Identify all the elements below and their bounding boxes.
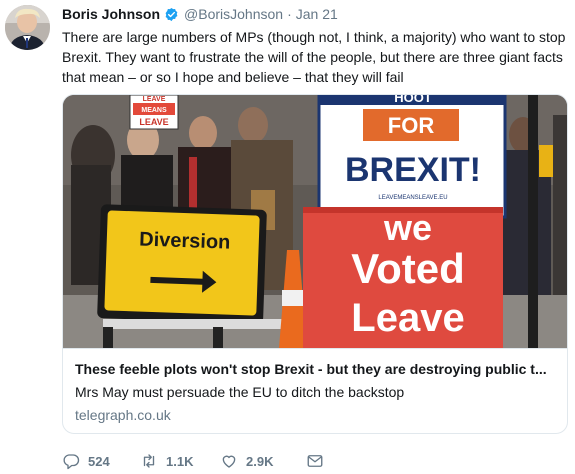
profile-photo <box>5 5 50 50</box>
like-count: 2.9K <box>246 453 274 469</box>
reply-button[interactable]: 524 <box>62 452 140 470</box>
tweet: Boris Johnson @BorisJohnson · Jan 21 The… <box>0 0 575 474</box>
banner-text-for: FOR <box>388 113 435 138</box>
banner-text-url: LEAVEMEANSLEAVE.EU <box>378 195 447 201</box>
envelope-icon <box>307 455 323 467</box>
direct-message-button[interactable] <box>306 452 332 470</box>
red-sign-text-leave: Leave <box>351 296 464 340</box>
heart-icon <box>222 455 236 468</box>
card-description: Mrs May must persuade the EU to ditch th… <box>75 384 405 400</box>
retweet-count: 1.1K <box>166 453 194 469</box>
small-sign-text-bottom: LEAVE <box>139 117 168 127</box>
card-image: LEAVE MEANS LEAVE Diversion HOOT FOR BRE… <box>63 95 567 348</box>
verified-badge-icon <box>164 7 179 22</box>
reply-count: 524 <box>88 453 110 469</box>
avatar[interactable] <box>5 5 50 50</box>
card-body: These feeble plots won't stop Brexit - b… <box>63 348 567 433</box>
small-sign-text-top: LEAVE <box>143 96 166 103</box>
banner-text-brexit: BREXIT! <box>345 151 481 189</box>
small-sign-text-mid: MEANS <box>141 107 167 114</box>
card-title[interactable]: These feeble plots won't stop Brexit - b… <box>75 359 557 379</box>
red-sign-text-we: we <box>383 207 432 248</box>
author-name[interactable]: Boris Johnson <box>62 6 160 22</box>
card-domain: telegraph.co.uk <box>75 407 171 423</box>
separator-dot: · <box>287 6 292 22</box>
tweet-header: Boris Johnson @BorisJohnson · Jan 21 <box>62 5 338 23</box>
retweet-button[interactable]: 1.1K <box>140 452 220 470</box>
retweet-icon <box>143 454 155 468</box>
author-handle[interactable]: @BorisJohnson <box>184 6 283 22</box>
reply-icon <box>63 454 80 470</box>
link-card[interactable]: LEAVE MEANS LEAVE Diversion HOOT FOR BRE… <box>62 94 568 434</box>
red-sign-text-voted: Voted <box>351 245 465 292</box>
diversion-sign-text: Diversion <box>139 228 231 253</box>
tweet-text: There are large numbers of MPs (though n… <box>62 29 566 85</box>
banner-text-top: HOOT <box>394 95 432 105</box>
tweet-timestamp[interactable]: Jan 21 <box>296 6 338 22</box>
like-button[interactable]: 2.9K <box>220 452 306 470</box>
tweet-actions: 524 1.1K 2.9K <box>62 450 332 472</box>
